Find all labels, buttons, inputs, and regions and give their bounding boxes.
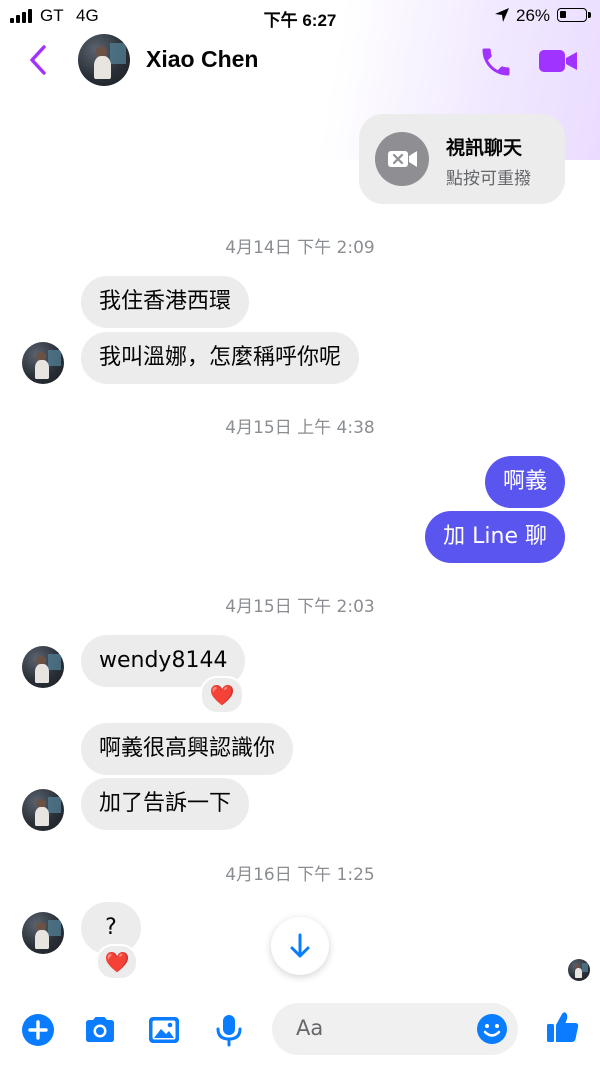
message-timestamp: 4月16日 下午 1:25 [225, 865, 375, 885]
outgoing-message[interactable]: 加 Line 聊 [425, 511, 565, 563]
sender-avatar[interactable] [22, 912, 64, 954]
arrow-down-icon [290, 933, 310, 958]
chat-header: Xiao Chen [0, 32, 600, 94]
message-timestamp: 4月15日 上午 4:38 [225, 418, 375, 438]
back-chevron-icon[interactable] [24, 42, 54, 78]
scroll-to-bottom-button[interactable] [271, 917, 329, 975]
incoming-message[interactable]: 啊義很高興認識你 [81, 723, 294, 775]
message-input[interactable]: Aa [272, 1003, 518, 1055]
read-receipt-avatar [568, 959, 590, 981]
sender-avatar[interactable] [22, 342, 64, 384]
outgoing-message[interactable]: 啊義 [484, 456, 565, 508]
battery-percent: 26% [516, 6, 551, 25]
heart-reaction-icon[interactable]: ❤️ [96, 944, 138, 980]
heart-reaction-icon[interactable]: ❤️ [200, 676, 244, 714]
contact-avatar[interactable] [78, 34, 130, 86]
microphone-icon[interactable] [211, 1012, 247, 1048]
video-call-icon[interactable] [538, 46, 578, 76]
clock: 下午 6:27 [263, 11, 337, 30]
contact-name[interactable]: Xiao Chen [146, 46, 258, 73]
emoji-smiley-icon[interactable] [476, 1013, 508, 1045]
sender-avatar[interactable] [22, 646, 64, 688]
message-input-placeholder: Aa [296, 1016, 324, 1040]
incoming-message[interactable]: 加了告訴一下 [81, 778, 250, 830]
video-call-icon-circle [375, 132, 429, 186]
call-card-subtitle: 點按可重撥 [446, 169, 531, 189]
thumbs-up-icon[interactable] [544, 1008, 582, 1046]
message-timestamp: 4月14日 下午 2:09 [225, 238, 375, 258]
incoming-message[interactable]: 我住香港西環 [81, 276, 250, 328]
incoming-message[interactable]: 我叫溫娜，怎麼稱呼你呢 [81, 332, 360, 384]
video-off-icon [388, 151, 417, 167]
composer-bar: Aa [0, 990, 600, 1067]
plus-circle-icon[interactable] [20, 1012, 56, 1048]
battery-icon [557, 8, 591, 22]
phone-call-icon[interactable] [478, 44, 514, 80]
call-card-title: 視訊聊天 [446, 137, 523, 159]
camera-icon[interactable] [82, 1012, 118, 1048]
location-arrow-icon [495, 8, 509, 22]
image-gallery-icon[interactable] [146, 1012, 182, 1048]
message-timestamp: 4月15日 下午 2:03 [225, 597, 375, 617]
sender-avatar[interactable] [22, 789, 64, 831]
status-bar: GT 4G 下午 6:27 26% [0, 0, 600, 32]
missed-video-call-card[interactable]: 視訊聊天 點按可重撥 [359, 114, 565, 204]
